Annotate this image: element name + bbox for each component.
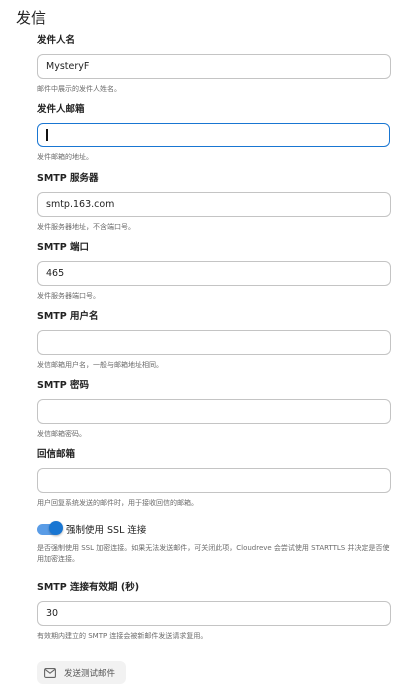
- sender-name-box: [37, 54, 391, 79]
- smtp-username-box: [37, 330, 391, 355]
- keepalive-field: SMTP 连接有效期 (秒) 有效期内建立的 SMTP 连接会被新邮件发送请求复…: [37, 581, 391, 641]
- smtp-username-input[interactable]: [38, 331, 390, 354]
- sender-name-input[interactable]: [38, 55, 390, 78]
- ssl-switch-row[interactable]: 强制使用 SSL 连接: [37, 520, 391, 540]
- ssl-switch-label: 强制使用 SSL 连接: [66, 525, 147, 536]
- smtp-port-field: SMTP 端口 发件服务器端口号。: [37, 241, 391, 301]
- ssl-switch-helper: 是否强制使用 SSL 加密连接。如果无法发送邮件，可关闭此项，Cloudreve…: [37, 544, 390, 563]
- mail-icon: [44, 667, 56, 678]
- reply-email-field: 回信邮箱 用户回复系统发送的邮件时，用于接收回信的邮箱。: [37, 448, 391, 508]
- reply-email-input[interactable]: [38, 469, 390, 492]
- text-caret: [46, 129, 48, 141]
- sender-email-input[interactable]: [38, 124, 389, 146]
- smtp-server-helper: 发件服务器地址，不含端口号。: [37, 223, 135, 231]
- keepalive-helper: 有效期内建立的 SMTP 连接会被新邮件发送请求复用。: [37, 632, 208, 640]
- sender-email-box: [37, 123, 390, 147]
- sender-name-field: 发件人名 邮件中展示的发件人姓名。: [37, 34, 391, 94]
- smtp-username-label: SMTP 用户名: [37, 311, 99, 322]
- keepalive-box: [37, 601, 391, 626]
- sender-name-label: 发件人名: [37, 35, 76, 46]
- smtp-port-input[interactable]: [38, 262, 390, 285]
- smtp-server-box: [37, 192, 391, 217]
- keepalive-label: SMTP 连接有效期 (秒): [37, 582, 140, 593]
- reply-email-box: [37, 468, 391, 493]
- ssl-helper-block: 是否强制使用 SSL 加密连接。如果无法发送邮件，可关闭此项，Cloudreve…: [37, 543, 391, 565]
- smtp-server-label: SMTP 服务器: [37, 173, 99, 184]
- smtp-password-label: SMTP 密码: [37, 380, 90, 391]
- send-test-email-button[interactable]: 发送测试邮件: [37, 661, 126, 684]
- smtp-username-field: SMTP 用户名 发信邮箱用户名，一般与邮箱地址相同。: [37, 310, 391, 370]
- smtp-password-helper: 发信邮箱密码。: [37, 430, 86, 438]
- smtp-password-field: SMTP 密码 发信邮箱密码。: [37, 379, 391, 439]
- sender-name-helper: 邮件中展示的发件人姓名。: [37, 85, 121, 93]
- keepalive-input[interactable]: [38, 602, 390, 625]
- smtp-password-box: [37, 399, 391, 424]
- smtp-port-helper: 发件服务器端口号。: [37, 292, 100, 300]
- smtp-port-box: [37, 261, 391, 286]
- send-test-email-label: 发送测试邮件: [64, 667, 116, 678]
- reply-email-label: 回信邮箱: [37, 449, 76, 460]
- sender-email-label: 发件人邮箱: [37, 104, 85, 115]
- reply-email-helper: 用户回复系统发送的邮件时，用于接收回信的邮箱。: [37, 499, 198, 507]
- sender-email-helper: 发件邮箱的地址。: [37, 153, 93, 161]
- smtp-username-helper: 发信邮箱用户名，一般与邮箱地址相同。: [37, 361, 163, 369]
- smtp-port-label: SMTP 端口: [37, 242, 90, 253]
- section-title: 发信: [16, 9, 47, 27]
- smtp-server-field: SMTP 服务器 发件服务器地址，不含端口号。: [37, 172, 391, 232]
- sender-email-field: 发件人邮箱 发件邮箱的地址。: [37, 103, 391, 162]
- smtp-password-input[interactable]: [38, 400, 390, 423]
- smtp-server-input[interactable]: [38, 193, 390, 216]
- ssl-switch-thumb[interactable]: [49, 521, 63, 535]
